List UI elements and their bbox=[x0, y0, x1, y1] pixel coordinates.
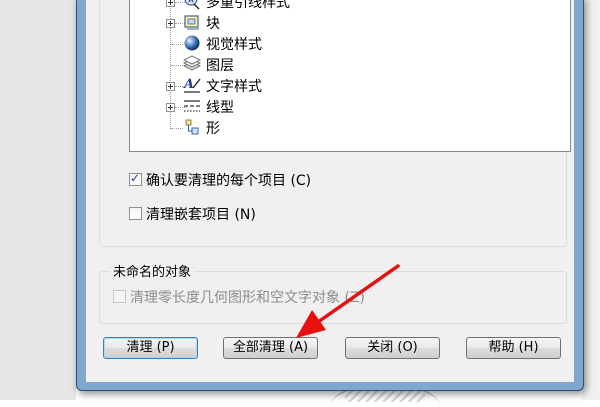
block-icon bbox=[184, 15, 199, 30]
expand-icon[interactable] bbox=[166, 103, 175, 112]
purge-zero-length-label: 清理零长度几何图形和空文字对象 (Z) bbox=[130, 290, 365, 306]
svg-text:A: A bbox=[188, 0, 194, 5]
tree-item-visual-style[interactable]: 视觉样式 bbox=[130, 33, 570, 54]
svg-text:A: A bbox=[183, 77, 194, 92]
tree-item-label: 文字样式 bbox=[206, 79, 262, 95]
tree-item-text-style[interactable]: A 文字样式 bbox=[130, 75, 570, 96]
expand-icon[interactable] bbox=[166, 0, 175, 7]
shape-icon bbox=[185, 119, 199, 135]
confirm-each-item-label: 确认要清理的每个项目 (C) bbox=[146, 173, 312, 189]
purge-items-tree[interactable]: A 多重引线样式 块 视觉样式 图层 A 文字样式 线型 形 bbox=[129, 0, 571, 152]
help-button[interactable]: 帮助 (H) bbox=[466, 337, 561, 359]
purge-zero-length-checkbox[interactable] bbox=[113, 290, 126, 303]
tree-item-label: 图层 bbox=[206, 58, 234, 74]
tree-item-label: 视觉样式 bbox=[206, 37, 262, 53]
purge-nested-items-checkbox[interactable] bbox=[129, 207, 142, 220]
purge-button[interactable]: 清理 (P) bbox=[103, 337, 198, 359]
background-drawing-area-left bbox=[0, 0, 76, 400]
confirm-each-item-checkbox[interactable] bbox=[129, 171, 142, 186]
purge-all-button[interactable]: 全部清理 (A) bbox=[223, 337, 318, 359]
purge-dialog: A 多重引线样式 块 视觉样式 图层 A 文字样式 线型 形 ✓ 确认要清理的每… bbox=[76, 0, 584, 391]
expand-icon[interactable] bbox=[166, 82, 175, 91]
purge-nested-items-label: 清理嵌套项目 (N) bbox=[146, 207, 256, 223]
tree-item-layer[interactable]: 图层 bbox=[130, 54, 570, 75]
visual-style-sphere-icon bbox=[184, 35, 200, 51]
linetype-icon bbox=[184, 100, 200, 112]
unnamed-objects-title: 未命名的对象 bbox=[110, 261, 195, 280]
purge-items-groupbox: A 多重引线样式 块 视觉样式 图层 A 文字样式 线型 形 ✓ 确认要清理的每… bbox=[99, 0, 571, 247]
tree-item-shape[interactable]: 形 bbox=[130, 117, 570, 138]
text-style-icon: A bbox=[183, 77, 201, 93]
tree-item-multileader-style[interactable]: A 多重引线样式 bbox=[130, 0, 570, 12]
unnamed-objects-groupbox: 未命名的对象 清理零长度几何图形和空文字对象 (Z) bbox=[99, 261, 567, 324]
layers-icon bbox=[183, 55, 201, 71]
tree-item-block[interactable]: 块 bbox=[130, 12, 570, 33]
multileader-style-icon: A bbox=[184, 0, 200, 10]
tree-item-label: 多重引线样式 bbox=[206, 0, 290, 11]
close-button[interactable]: 关闭 (O) bbox=[345, 337, 440, 359]
tree-item-label: 块 bbox=[206, 16, 220, 32]
dialog-client-area: A 多重引线样式 块 视觉样式 图层 A 文字样式 线型 形 ✓ 确认要清理的每… bbox=[85, 0, 575, 383]
tree-item-label: 线型 bbox=[206, 100, 234, 116]
expand-icon[interactable] bbox=[166, 19, 175, 28]
tree-item-label: 形 bbox=[206, 121, 220, 137]
background-drawing-area-right bbox=[582, 0, 600, 400]
tree-item-linetype[interactable]: 线型 bbox=[130, 96, 570, 117]
